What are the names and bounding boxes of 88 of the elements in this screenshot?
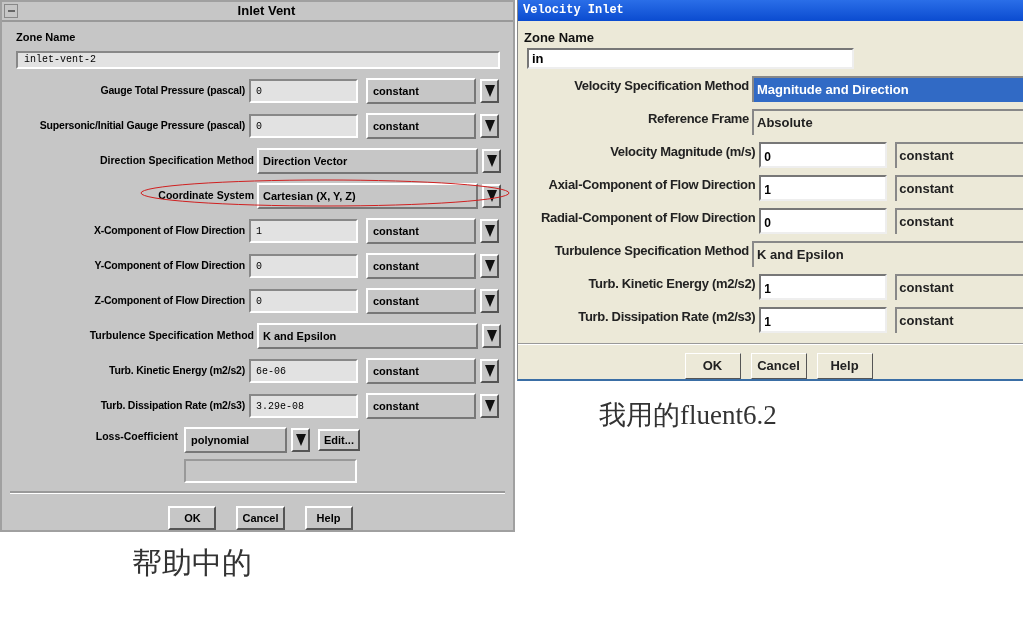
dropdown[interactable]: Direction Vector — [257, 148, 478, 174]
dropdown[interactable]: polynomial — [184, 427, 287, 453]
field-label: Zone Name — [15, 30, 77, 45]
dropdown[interactable]: constant — [366, 113, 476, 139]
field-label: Turb. Kinetic Energy (m2/s2) — [587, 275, 756, 293]
dropdown-arrow-button[interactable] — [480, 219, 499, 243]
field-label: Turb. Dissipation Rate (m2/s3) — [577, 308, 756, 326]
field-label: Coordinate System — [157, 188, 254, 204]
caret-icon — [486, 190, 497, 202]
text-field[interactable]: 0 — [249, 79, 358, 103]
caret-icon — [484, 295, 495, 307]
window-title: Velocity Inlet — [518, 0, 1023, 21]
text-field[interactable]: 1 — [759, 274, 888, 300]
dropdown[interactable]: constant — [895, 142, 1023, 168]
field-label: Reference Frame — [647, 110, 749, 128]
text-field[interactable] — [184, 459, 357, 483]
dropdown-arrow-button[interactable] — [480, 359, 499, 383]
field-label: Radial-Component of Flow Direction — [539, 209, 756, 227]
caret-icon — [484, 400, 495, 412]
field-label: Direction Specification Method — [99, 153, 254, 169]
edit-button[interactable]: Edit... — [318, 429, 360, 451]
field-label: Turbulence Specification Method — [553, 242, 749, 260]
dropdown[interactable]: Cartesian (X, Y, Z) — [257, 183, 478, 209]
field-label: Z-Component of Flow Direction — [93, 293, 245, 309]
dropdown-arrow-button[interactable] — [480, 289, 499, 313]
text-field[interactable]: in — [527, 48, 854, 69]
dropdown[interactable]: constant — [366, 253, 476, 279]
dropdown[interactable]: constant — [895, 274, 1023, 300]
field-label: X-Component of Flow Direction — [92, 223, 245, 239]
field-label: Turb. Dissipation Rate (m2/s3) — [99, 398, 245, 414]
dropdown-arrow-button[interactable] — [480, 114, 499, 138]
caret-icon — [486, 330, 497, 342]
dropdown[interactable]: constant — [895, 208, 1023, 234]
text-field[interactable]: 1 — [249, 219, 358, 243]
caret-icon — [484, 85, 495, 97]
dropdown[interactable]: K and Epsilon — [752, 241, 1023, 267]
dropdown[interactable]: K and Epsilon — [257, 323, 478, 349]
caret-icon — [484, 225, 495, 237]
field-label: Gauge Total Pressure (pascal) — [99, 83, 245, 99]
dialog-button[interactable]: OK — [684, 353, 741, 379]
field-label: Zone Name — [523, 28, 596, 47]
caret-icon — [484, 260, 495, 272]
field-label: Turbulence Specification Method — [88, 328, 254, 344]
window-title: Inlet Vent — [236, 2, 297, 21]
text-field[interactable]: 3.29e-08 — [249, 394, 358, 418]
text-field[interactable]: inlet-vent-2 — [16, 50, 500, 69]
text-field[interactable]: 0 — [759, 208, 888, 234]
text-field[interactable]: 1 — [759, 307, 888, 333]
dropdown[interactable]: constant — [366, 218, 476, 244]
field-label: Supersonic/Initial Gauge Pressure (pascal) — [38, 118, 245, 134]
text-field[interactable]: 0 — [249, 254, 358, 278]
text-field[interactable]: 6e-06 — [249, 359, 358, 383]
dropdown[interactable]: constant — [895, 307, 1023, 333]
field-label: Y-Component of Flow Direction — [93, 258, 245, 274]
text-field[interactable]: 1 — [759, 175, 888, 201]
dialog-button[interactable]: Cancel — [236, 506, 285, 530]
caret-icon — [484, 120, 495, 132]
dropdown[interactable]: constant — [895, 175, 1023, 201]
dropdown[interactable]: constant — [366, 358, 476, 384]
dialog-button[interactable]: Cancel — [750, 353, 807, 379]
caret-icon — [484, 365, 495, 377]
text-field[interactable]: 0 — [759, 142, 888, 168]
dropdown-arrow-button[interactable] — [480, 394, 499, 418]
dropdown[interactable]: constant — [366, 78, 476, 104]
dialog-button[interactable]: Help — [304, 506, 353, 530]
field-label: Velocity Magnitude (m/s) — [609, 143, 756, 161]
dialog-button[interactable]: Help — [816, 353, 873, 379]
caption-text: 帮助中的 — [131, 545, 253, 581]
field-label: Velocity Specification Method — [573, 77, 749, 95]
caret-icon — [295, 434, 306, 446]
text-field[interactable]: 0 — [249, 289, 358, 313]
caption-text: 我用的fluent6.2 — [598, 399, 778, 432]
dropdown[interactable]: Magnitude and Direction — [752, 76, 1023, 102]
dropdown-arrow-button[interactable] — [482, 149, 501, 173]
field-label: Turb. Kinetic Energy (m2/s2) — [108, 363, 245, 379]
field-label: Loss-Coefficient — [94, 429, 178, 444]
dropdown[interactable]: constant — [366, 288, 476, 314]
dropdown[interactable]: Absolute — [752, 109, 1023, 135]
dropdown-arrow-button[interactable] — [482, 324, 501, 348]
dropdown-arrow-button[interactable] — [480, 79, 499, 103]
dropdown[interactable]: constant — [366, 393, 476, 419]
dialog-button[interactable]: OK — [168, 506, 217, 530]
caret-icon — [486, 155, 497, 167]
dropdown-arrow-button[interactable] — [480, 254, 499, 278]
minimize-icon[interactable] — [4, 4, 18, 18]
text-field[interactable]: 0 — [249, 114, 358, 138]
field-label: Axial-Component of Flow Direction — [547, 176, 756, 194]
dropdown-arrow-button[interactable] — [291, 428, 310, 452]
